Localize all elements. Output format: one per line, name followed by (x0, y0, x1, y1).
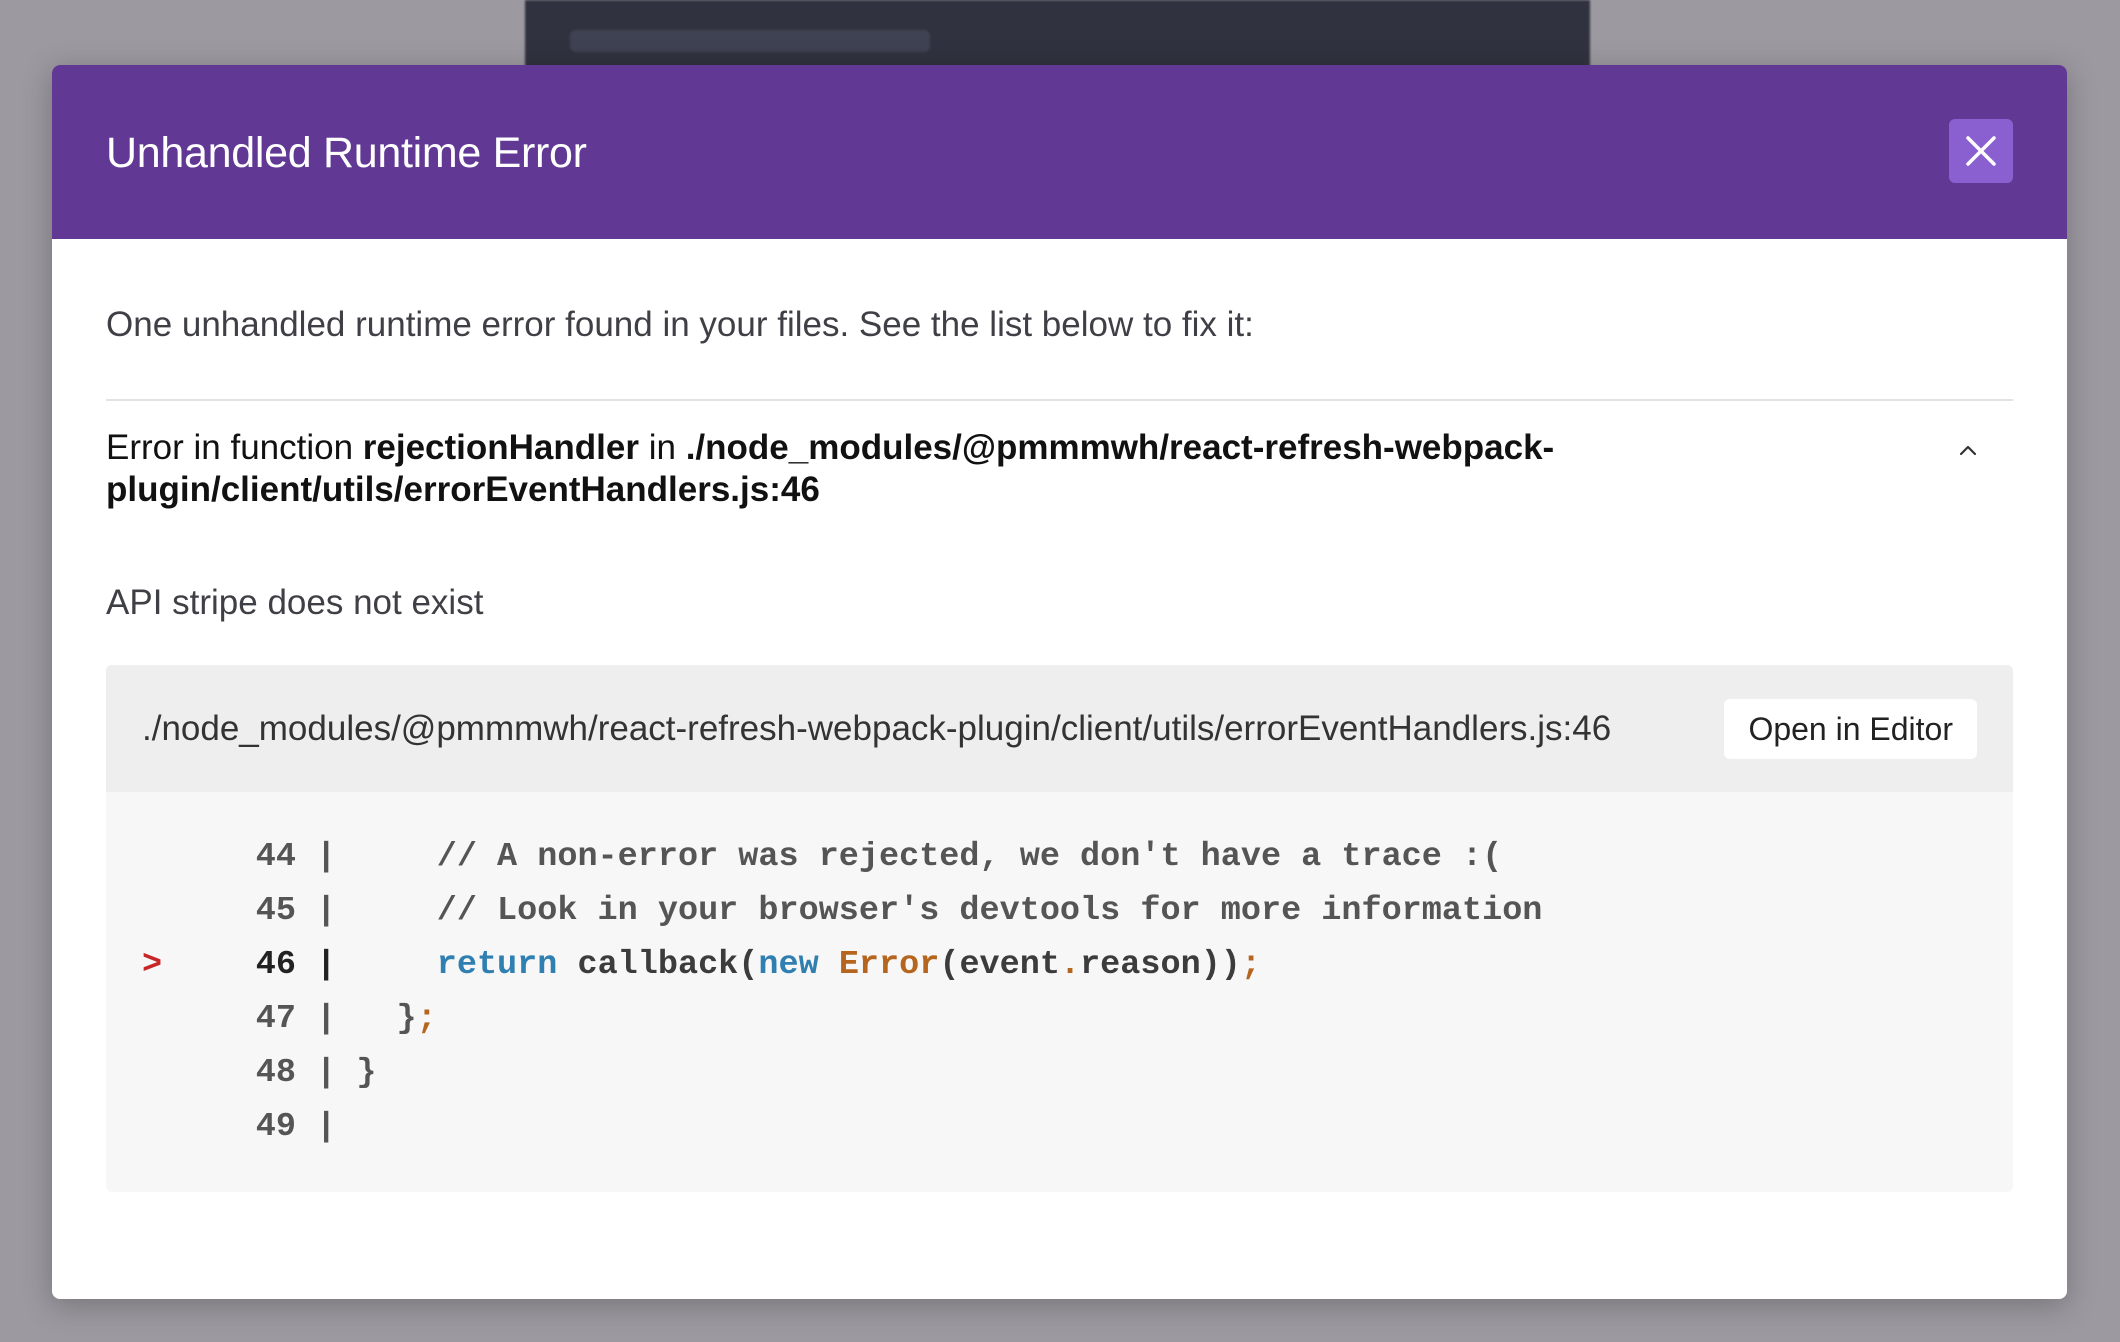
line-code: } (356, 1054, 377, 1092)
code-line: 44 | // A non-error was rejected, we don… (106, 830, 2013, 884)
code-line: 49 | (106, 1100, 2013, 1154)
code-class-name: Error (818, 946, 940, 984)
line-separator: | (296, 1054, 357, 1092)
code-line-highlighted: >46 | return callback(new Error(event.re… (106, 938, 2013, 992)
error-heading-in: in (638, 428, 686, 467)
close-icon (1966, 136, 1996, 166)
code-call: callback( (557, 946, 759, 984)
code-args: (event (939, 946, 1060, 984)
background-blurred-text (570, 30, 930, 52)
line-number: 44 (255, 838, 296, 876)
modal-title: Unhandled Runtime Error (106, 129, 587, 177)
error-line-marker: > (142, 946, 163, 984)
error-heading: Error in function rejectionHandler in ./… (106, 427, 2013, 511)
modal-body: One unhandled runtime error found in you… (52, 239, 2067, 1192)
open-in-editor-button[interactable]: Open in Editor (1724, 699, 1977, 759)
error-message: API stripe does not exist (106, 583, 484, 622)
line-number: 49 (255, 1108, 296, 1146)
line-separator: | (296, 838, 357, 876)
line-number: 48 (255, 1054, 296, 1092)
line-separator: | (296, 892, 357, 930)
error-overlay-modal: Unhandled Runtime Error One unhandled ru… (52, 65, 2067, 1299)
code-frame: ./node_modules/@pmmmwh/react-refresh-web… (106, 665, 2013, 1192)
code-frame-path: ./node_modules/@pmmmwh/react-refresh-web… (142, 708, 1612, 748)
line-code: // Look in your browser's devtools for m… (356, 892, 1543, 930)
line-number: 47 (255, 1000, 296, 1038)
code-semicolon: ; (416, 1000, 437, 1038)
line-code: } (356, 1000, 417, 1038)
close-button[interactable] (1949, 119, 2013, 183)
line-separator: | (296, 1108, 357, 1146)
error-heading-prefix: Error in function (106, 428, 363, 467)
error-summary: One unhandled runtime error found in you… (106, 305, 1254, 344)
collapse-toggle[interactable] (1953, 435, 1983, 465)
code-line: 45 | // Look in your browser's devtools … (106, 884, 2013, 938)
line-number: 45 (255, 892, 296, 930)
code-line: 47 | }; (106, 992, 2013, 1046)
chevron-up-icon (1959, 445, 1977, 456)
line-separator: | (296, 946, 357, 984)
line-code: // A non-error was rejected, we don't ha… (356, 838, 1503, 876)
error-function-name: rejectionHandler (362, 428, 639, 467)
modal-header: Unhandled Runtime Error (52, 65, 2067, 239)
line-code: return callback(new Error(event.reason))… (356, 946, 1261, 984)
code-lines: 44 | // A non-error was rejected, we don… (106, 792, 2013, 1192)
line-number: 46 (255, 946, 296, 984)
code-keyword: new (758, 946, 819, 984)
code-rest: reason)) (1080, 946, 1241, 984)
code-semicolon: ; (1240, 946, 1262, 984)
code-dot: . (1059, 946, 1081, 984)
divider (106, 399, 2013, 401)
line-separator: | (296, 1000, 357, 1038)
code-frame-header: ./node_modules/@pmmmwh/react-refresh-web… (106, 665, 2013, 792)
code-keyword: return (436, 946, 558, 984)
code-line: 48 | } (106, 1046, 2013, 1100)
